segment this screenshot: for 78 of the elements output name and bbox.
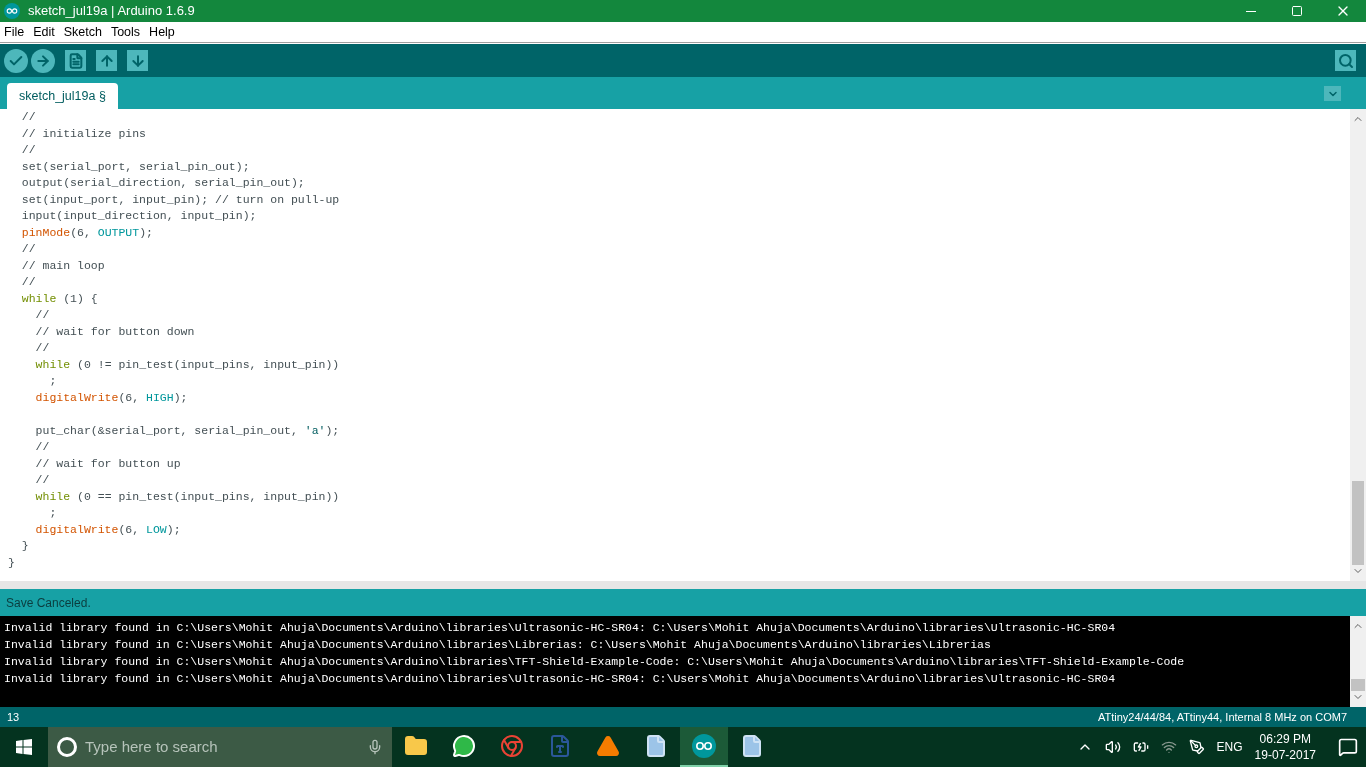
tab-menu-button[interactable] — [1324, 86, 1341, 101]
checkmark-button[interactable] — [4, 48, 28, 73]
search-field[interactable]: Type here to search — [85, 735, 359, 759]
clock-date[interactable]: 19-07-2017 — [1254, 747, 1316, 763]
document-icon — [740, 734, 764, 758]
windows-logo-icon — [16, 739, 32, 755]
menu-item[interactable]: Edit — [33, 22, 55, 42]
microphone-icon — [367, 739, 383, 755]
infinity-logo-icon — [692, 734, 716, 758]
code-line: pinMode(6, OUTPUT); — [20, 224, 154, 241]
page-icon — [67, 52, 84, 69]
minimize-icon — [1246, 10, 1256, 12]
code-line: output(serial_direction, serial_pin_out); — [20, 175, 306, 191]
code-line: } — [20, 538, 30, 554]
taskbar-app[interactable] — [680, 727, 728, 767]
scrollbar-thumb[interactable] — [1351, 679, 1365, 691]
code-line: // — [34, 307, 51, 323]
speaker-icon[interactable] — [1104, 739, 1121, 755]
search-button[interactable] — [1335, 50, 1356, 71]
pen-icon[interactable] — [1188, 739, 1205, 755]
console-scrollbar[interactable] — [1350, 616, 1366, 707]
menu-item[interactable]: File — [4, 22, 25, 42]
search-icon — [1337, 52, 1354, 69]
notification-icon[interactable] — [1338, 737, 1358, 757]
console-line: Invalid library found in C:\Users\Mohit Ahuja\Documents\Arduino\libraries\Ultrasonic-HC-SR04: C:\Users\Mohit Ahuja\Documents\Arduino\libraries\Ultrasonic-HC-SR04 — [4, 620, 1117, 636]
editor-tab[interactable]: sketch_jul19a § — [7, 83, 118, 109]
code-line: // wait for button up — [34, 455, 182, 472]
code-line: put_char(&serial_port, serial_pin_out, 'a'); — [34, 422, 341, 439]
browser-icon — [500, 734, 524, 758]
document-icon — [644, 734, 668, 758]
chat-bubble-icon — [452, 734, 476, 758]
code-line: digitalWrite(6, HIGH); — [34, 389, 189, 406]
code-line: // — [20, 241, 37, 257]
maximize-icon — [1291, 5, 1303, 17]
code-line: input(input_direction, input_pin); — [20, 208, 258, 224]
arrow-right-button[interactable] — [31, 48, 55, 73]
code-line: set(serial_port, serial_pin_out); — [20, 158, 251, 175]
console-line: Invalid library found in C:\Users\Mohit Ahuja\Documents\Arduino\libraries\TFT-Shield-Example-Code: C:\Users\Mohit Ahuja\Documents\Arduino\libraries\TFT-Shield-Example-Code — [4, 654, 1186, 670]
menu-item[interactable]: Tools — [110, 22, 141, 42]
console-line: Invalid library found in C:\Users\Mohit Ahuja\Documents\Arduino\libraries\Ultrasonic-HC-SR04: C:\Users\Mohit Ahuja\Documents\Arduino\libraries\Ultrasonic-HC-SR04 — [4, 671, 1117, 687]
code-line: // wait for button down — [34, 323, 196, 340]
code-line: set(input_port, input_pin); // turn on pull-up — [20, 191, 341, 208]
menu-item[interactable]: Help — [149, 22, 175, 42]
code-line: ; — [48, 373, 58, 389]
code-line: while (0 != pin_test(input_pins, input_pin)) — [34, 356, 341, 373]
code-line: while (1) { — [20, 290, 99, 307]
arrow-down-button[interactable] — [127, 50, 148, 71]
arrow-right-icon — [35, 52, 51, 69]
code-line: // main loop — [20, 257, 106, 274]
status-message: Save Canceled. — [6, 594, 91, 612]
scrollbar[interactable] — [1350, 109, 1366, 581]
code-line: // — [34, 340, 51, 356]
line-number: 13 — [7, 709, 20, 725]
language-indicator[interactable]: ENG — [1216, 738, 1243, 756]
code-line: // — [20, 274, 37, 290]
wifi-icon[interactable] — [1160, 739, 1177, 755]
folder-icon — [404, 734, 428, 758]
taskbar-search-box[interactable]: Type here to search — [48, 727, 392, 767]
code-line: while (0 == pin_test(input_pins, input_pin)) — [34, 488, 341, 505]
console-line: Invalid library found in C:\Users\Mohit Ahuja\Documents\Arduino\libraries\Librerias: C:\Users\Mohit Ahuja\Documents\Arduino\libraries\Librerias — [4, 637, 992, 653]
code-line: // — [34, 439, 51, 455]
board-info: ATtiny24/44/84, ATtiny44, Internal 8 MHz on COM7 — [1097, 709, 1347, 725]
menu-item[interactable]: Sketch — [63, 22, 102, 42]
window-title: sketch_jul19a | Arduino 1.6.9 — [28, 2, 195, 21]
cone-icon — [596, 734, 620, 758]
code-line: // — [34, 472, 51, 488]
clock-time[interactable]: 06:29 PM — [1259, 731, 1311, 747]
scrollbar-thumb[interactable] — [1352, 481, 1364, 565]
code-line: // — [20, 142, 37, 158]
page-button[interactable] — [65, 50, 86, 71]
code-line: ; — [48, 505, 58, 521]
code-line: // initialize pins — [20, 125, 148, 142]
app-logo-icon — [4, 3, 20, 19]
battery-icon[interactable] — [1132, 739, 1149, 755]
arrow-up-button[interactable] — [96, 50, 117, 71]
code-line: } — [8, 554, 16, 571]
code-line: digitalWrite(6, LOW); — [34, 521, 182, 538]
code-line: // — [20, 109, 37, 125]
